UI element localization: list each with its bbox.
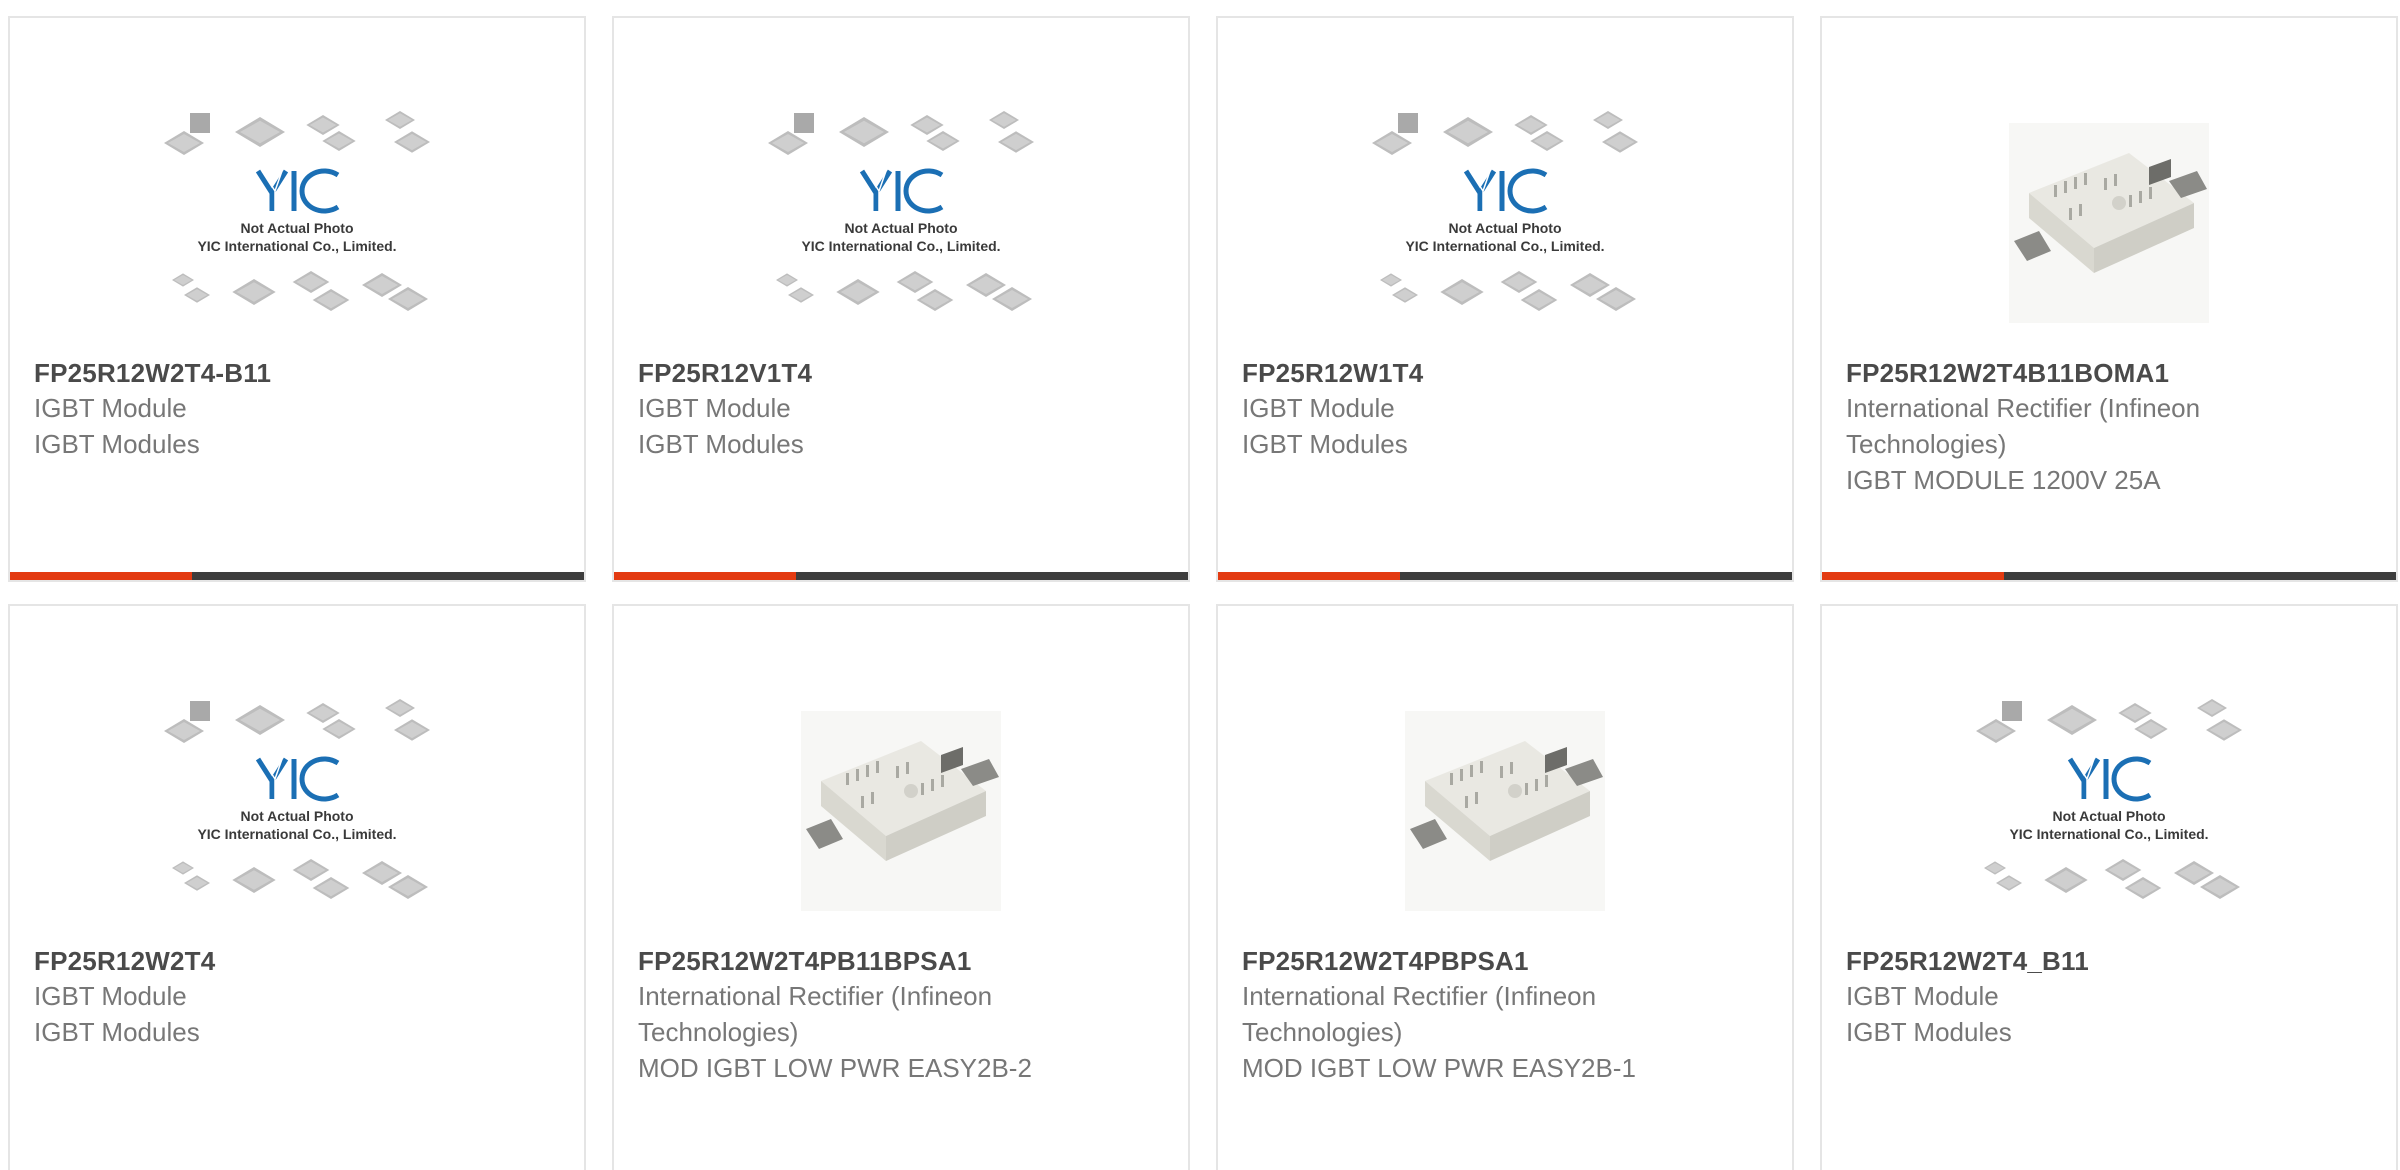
product-description: IGBT MODULE 1200V 25A bbox=[1846, 465, 2161, 495]
chip-package-icon bbox=[1976, 699, 2242, 743]
yic-logo-icon bbox=[1463, 168, 1548, 214]
product-info: FP25R12W2T4PB11BPSA1 International Recti… bbox=[638, 944, 1058, 1086]
product-part-number[interactable]: FP25R12W2T4-B11 bbox=[34, 356, 454, 390]
product-category: IGBT Modules bbox=[638, 429, 804, 459]
product-info: FP25R12W2T4B11BOMA1 International Rectif… bbox=[1846, 356, 2266, 498]
card-accent-bar bbox=[614, 572, 1188, 580]
chip-package-icon bbox=[172, 271, 428, 311]
chip-package-icon bbox=[1984, 859, 2240, 899]
chip-package-icon bbox=[164, 699, 430, 743]
igbt-module-photo-icon bbox=[801, 711, 1001, 911]
product-info: FP25R12V1T4 IGBT Module IGBT Modules bbox=[638, 356, 1058, 462]
product-image-placeholder: Not Actual Photo YIC International Co., … bbox=[1218, 98, 1792, 348]
product-grid: Not Actual Photo YIC International Co., … bbox=[8, 16, 2400, 1170]
product-image-placeholder: Not Actual Photo YIC International Co., … bbox=[10, 98, 584, 348]
product-manufacturer: International Rectifier (Infineon Techno… bbox=[1846, 393, 2201, 459]
product-info: FP25R12W2T4PBPSA1 International Rectifie… bbox=[1242, 944, 1662, 1086]
product-part-number[interactable]: FP25R12V1T4 bbox=[638, 356, 1058, 390]
chip-package-icon bbox=[172, 859, 428, 899]
product-image bbox=[1822, 98, 2396, 348]
product-category: IGBT Modules bbox=[1242, 429, 1408, 459]
placeholder-caption-1: Not Actual Photo bbox=[240, 808, 353, 824]
chip-package-icon bbox=[768, 111, 1034, 155]
product-part-number[interactable]: FP25R12W1T4 bbox=[1242, 356, 1662, 390]
product-part-number[interactable]: FP25R12W2T4 bbox=[34, 944, 454, 978]
product-card[interactable]: FP25R12W2T4PBPSA1 International Rectifie… bbox=[1216, 604, 1794, 1170]
product-part-number[interactable]: FP25R12W2T4_B11 bbox=[1846, 944, 2266, 978]
product-category: IGBT Modules bbox=[34, 1017, 200, 1047]
product-part-number[interactable]: FP25R12W2T4PBPSA1 bbox=[1242, 944, 1662, 978]
chip-package-icon bbox=[1380, 271, 1636, 311]
yic-logo-icon bbox=[859, 168, 944, 214]
product-description: IGBT Module bbox=[34, 393, 187, 423]
product-manufacturer: International Rectifier (Infineon Techno… bbox=[638, 981, 993, 1047]
product-description: MOD IGBT LOW PWR EASY2B-2 bbox=[638, 1053, 1032, 1083]
product-card[interactable]: FP25R12W2T4PB11BPSA1 International Recti… bbox=[612, 604, 1190, 1170]
product-card[interactable]: Not Actual Photo YIC International Co., … bbox=[8, 16, 586, 582]
product-description: MOD IGBT LOW PWR EASY2B-1 bbox=[1242, 1053, 1636, 1083]
product-image bbox=[1218, 686, 1792, 936]
placeholder-caption-1: Not Actual Photo bbox=[240, 220, 353, 236]
yic-logo-icon bbox=[255, 756, 340, 802]
placeholder-caption-2: YIC International Co., Limited. bbox=[1405, 238, 1604, 254]
product-category: IGBT Modules bbox=[1846, 1017, 2012, 1047]
product-description: IGBT Module bbox=[1846, 981, 1999, 1011]
placeholder-caption-1: Not Actual Photo bbox=[1448, 220, 1561, 236]
product-image-placeholder: Not Actual Photo YIC International Co., … bbox=[1822, 686, 2396, 936]
product-image-placeholder: Not Actual Photo YIC International Co., … bbox=[10, 686, 584, 936]
product-description: IGBT Module bbox=[34, 981, 187, 1011]
placeholder-caption-1: Not Actual Photo bbox=[2052, 808, 2165, 824]
chip-package-icon bbox=[164, 111, 430, 155]
placeholder-caption-2: YIC International Co., Limited. bbox=[197, 238, 396, 254]
product-image bbox=[614, 686, 1188, 936]
product-description: IGBT Module bbox=[638, 393, 791, 423]
placeholder-caption-2: YIC International Co., Limited. bbox=[2009, 826, 2208, 842]
product-card[interactable]: Not Actual Photo YIC International Co., … bbox=[612, 16, 1190, 582]
card-accent-bar bbox=[1218, 572, 1792, 580]
yic-logo-icon bbox=[2067, 756, 2152, 802]
product-card[interactable]: Not Actual Photo YIC International Co., … bbox=[8, 604, 586, 1170]
placeholder-caption-2: YIC International Co., Limited. bbox=[197, 826, 396, 842]
igbt-module-photo-icon bbox=[1405, 711, 1605, 911]
product-info: FP25R12W2T4-B11 IGBT Module IGBT Modules bbox=[34, 356, 454, 462]
product-card[interactable]: Not Actual Photo YIC International Co., … bbox=[1216, 16, 1794, 582]
product-manufacturer: International Rectifier (Infineon Techno… bbox=[1242, 981, 1597, 1047]
product-description: IGBT Module bbox=[1242, 393, 1395, 423]
card-accent-bar bbox=[10, 572, 584, 580]
product-info: FP25R12W1T4 IGBT Module IGBT Modules bbox=[1242, 356, 1662, 462]
placeholder-caption-1: Not Actual Photo bbox=[844, 220, 957, 236]
product-part-number[interactable]: FP25R12W2T4B11BOMA1 bbox=[1846, 356, 2266, 390]
product-image-placeholder: Not Actual Photo YIC International Co., … bbox=[614, 98, 1188, 348]
product-card[interactable]: FP25R12W2T4B11BOMA1 International Rectif… bbox=[1820, 16, 2398, 582]
product-part-number[interactable]: FP25R12W2T4PB11BPSA1 bbox=[638, 944, 1058, 978]
product-category: IGBT Modules bbox=[34, 429, 200, 459]
product-info: FP25R12W2T4_B11 IGBT Module IGBT Modules bbox=[1846, 944, 2266, 1050]
chip-package-icon bbox=[776, 271, 1032, 311]
chip-package-icon bbox=[1372, 111, 1638, 155]
card-accent-bar bbox=[1822, 572, 2396, 580]
yic-logo-icon bbox=[255, 168, 340, 214]
product-info: FP25R12W2T4 IGBT Module IGBT Modules bbox=[34, 944, 454, 1050]
igbt-module-photo-icon bbox=[2009, 123, 2209, 323]
placeholder-caption-2: YIC International Co., Limited. bbox=[801, 238, 1000, 254]
product-card[interactable]: Not Actual Photo YIC International Co., … bbox=[1820, 604, 2398, 1170]
